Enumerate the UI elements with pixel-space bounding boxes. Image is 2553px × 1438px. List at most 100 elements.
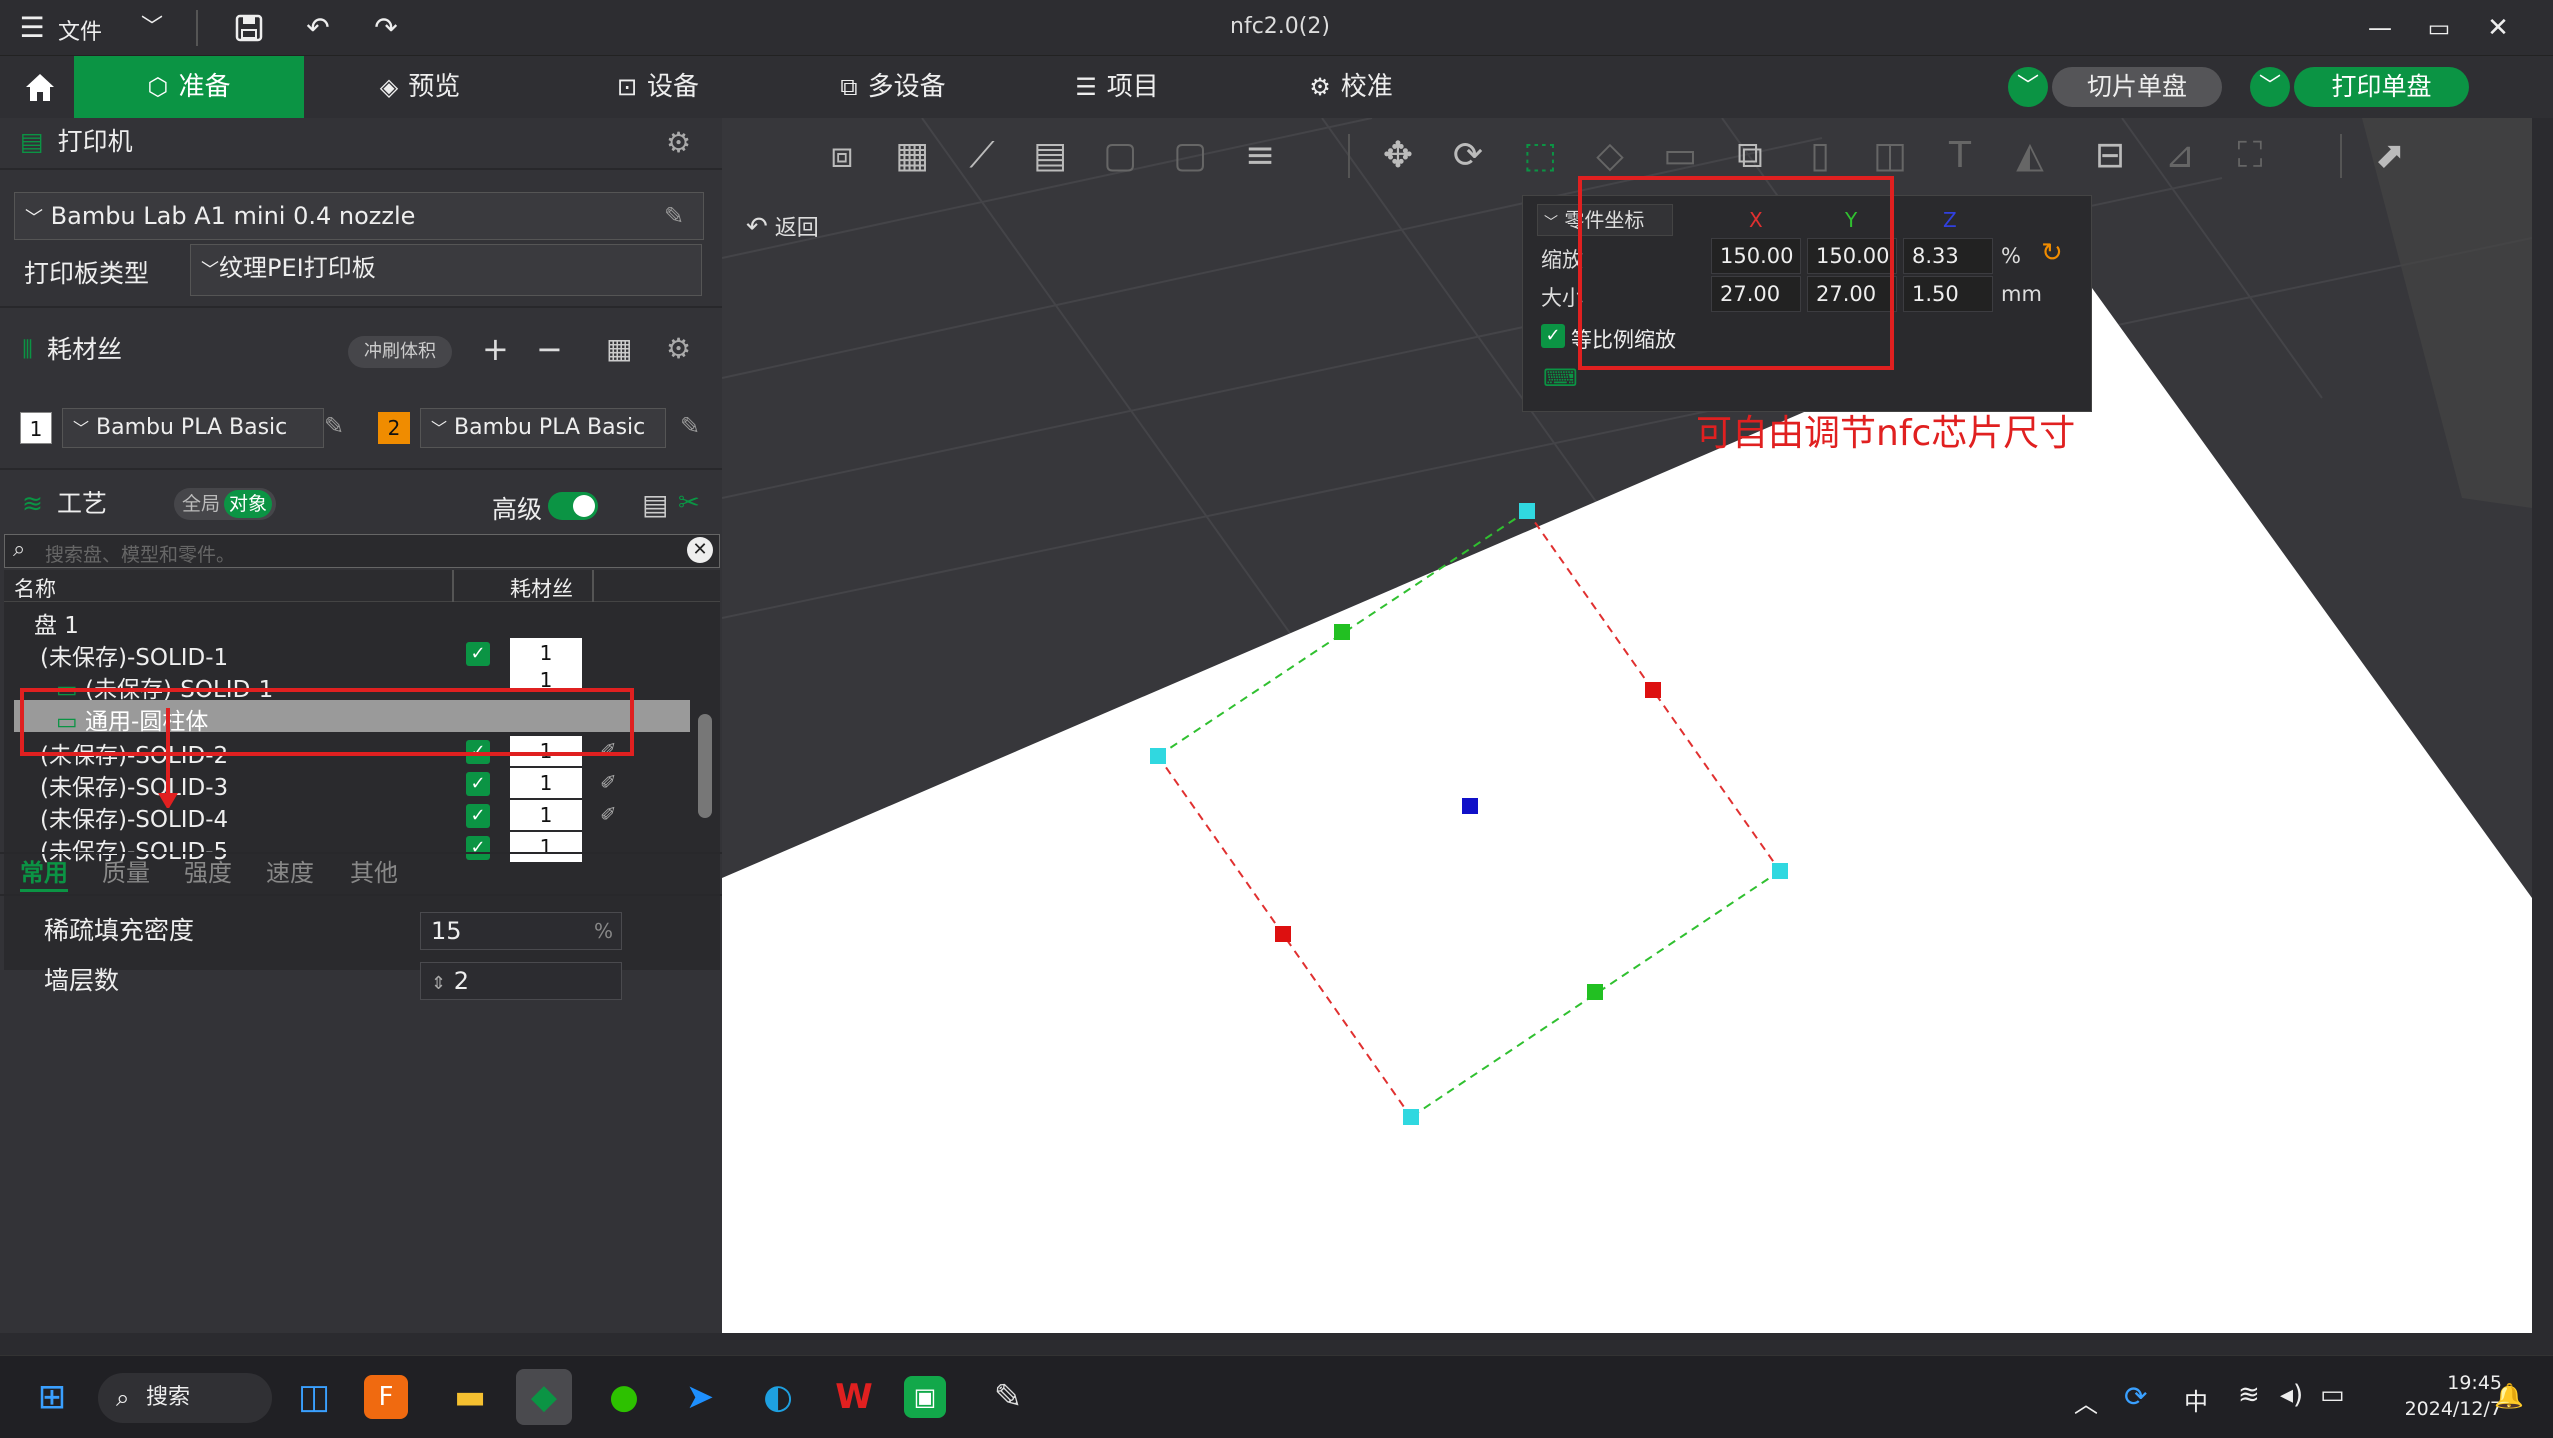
advanced-toggle[interactable] (548, 492, 598, 520)
row-visible-checkbox[interactable]: ✓ (466, 740, 490, 764)
wall-loops-stepper[interactable]: ⇕ 2 (420, 962, 622, 1000)
reset-scale-icon[interactable]: ↻ (2041, 238, 2063, 268)
home-icon[interactable] (10, 56, 70, 118)
scale-icon[interactable]: ⬚ (1512, 128, 1568, 184)
paint-brush-icon[interactable]: ✐ (600, 738, 617, 762)
row-filament-box[interactable]: 1 (510, 668, 582, 692)
task-view-icon[interactable]: ◫ (286, 1369, 342, 1425)
notification-bell-icon[interactable]: 🔔 (2494, 1382, 2524, 1410)
global-option[interactable]: 全局 (178, 488, 224, 520)
printer-select[interactable]: ﹀ Bambu Lab A1 mini 0.4 nozzle (14, 192, 704, 240)
pen-app-icon[interactable]: ✎ (980, 1369, 1036, 1425)
filament-sync-icon[interactable]: ▦ (606, 332, 632, 365)
tab-strength[interactable]: 强度 (184, 854, 232, 892)
slice-dropdown-icon[interactable]: ﹀ (2008, 67, 2048, 107)
filament-1-swatch[interactable]: 1 (20, 412, 52, 444)
scale-y-input[interactable]: 150.00 (1807, 238, 1897, 274)
show-hidden-icons-chevron[interactable]: ︿ (2074, 1384, 2098, 1419)
edge-browser-icon[interactable]: ◐ (750, 1369, 806, 1425)
split-parts-icon[interactable]: ▢ (1162, 128, 1218, 184)
fusion-app-icon[interactable]: F (364, 1375, 408, 1419)
row-visible-checkbox[interactable]: ✓ (466, 642, 490, 666)
minimize-icon[interactable]: — (2356, 0, 2404, 56)
global-object-toggle[interactable]: 全局 对象 (174, 488, 276, 520)
text-icon[interactable]: T (1932, 128, 1988, 184)
boolean-icon[interactable]: ⧉ (1722, 128, 1778, 184)
cut-icon[interactable]: ▭ (1652, 128, 1708, 184)
paint-brush-icon[interactable]: ✐ (600, 770, 617, 794)
auto-orient-icon[interactable]: ⟋ (954, 128, 1010, 184)
support-paint-icon[interactable]: ▯ (1792, 128, 1848, 184)
lay-on-face-icon[interactable]: ◇ (1582, 128, 1638, 184)
object-option[interactable]: 对象 (224, 490, 272, 518)
sync-icon[interactable]: ⟳ (2124, 1380, 2147, 1413)
tab-prepare[interactable]: ⬡ 准备 (74, 56, 304, 118)
file-menu[interactable]: 文件 (58, 14, 102, 46)
variable-height-icon[interactable]: ⬈ (2362, 128, 2418, 184)
tree-row-selected[interactable]: ▭ 通用-圆柱体 (14, 700, 690, 735)
color-paint-icon[interactable]: ◭ (2002, 128, 2058, 184)
move-icon[interactable]: ✥ (1370, 128, 1426, 184)
row-visible-checkbox[interactable]: ✓ (466, 772, 490, 796)
seam-paint-icon[interactable]: ◫ (1862, 128, 1918, 184)
plate-type-select[interactable]: ﹀纹理PEI打印板 (190, 244, 702, 296)
row-filament-box[interactable]: 1 (510, 736, 582, 766)
size-y-input[interactable]: 27.00 (1807, 276, 1897, 312)
maximize-icon[interactable]: ▭ (2415, 0, 2463, 56)
windows-start-icon[interactable]: ⊞ (24, 1369, 80, 1425)
paint-brush-icon[interactable]: ✐ (600, 802, 617, 826)
tab-speed[interactable]: 速度 (266, 854, 314, 892)
plate-row[interactable]: 盘 1 (34, 606, 79, 640)
add-filament-icon[interactable]: + (482, 330, 509, 368)
printer-settings-gear-icon[interactable]: ⚙ (666, 126, 691, 159)
undo-icon[interactable]: ↶ (294, 0, 342, 56)
add-object-icon[interactable]: ⧈ (814, 128, 870, 184)
redo-icon[interactable]: ↷ (362, 0, 410, 56)
scale-x-input[interactable]: 150.00 (1711, 238, 1801, 274)
row-visible-checkbox[interactable]: ✓ (466, 836, 490, 860)
svg-icon[interactable]: ⛶ (2222, 128, 2278, 184)
filament-2-swatch[interactable]: 2 (378, 412, 410, 444)
tab-quality[interactable]: 质量 (102, 854, 150, 892)
close-icon[interactable]: ✕ (2474, 0, 2522, 56)
slice-plate-button[interactable]: 切片单盘 (2052, 67, 2222, 107)
row-filament-box[interactable]: 1 (510, 800, 582, 830)
coordinate-mode-select[interactable]: ﹀ 零件坐标 (1537, 204, 1673, 236)
print-plate-button[interactable]: 打印单盘 (2294, 67, 2469, 107)
object-list-scrollbar[interactable] (698, 714, 712, 818)
clock[interactable]: 19:45 2024/12/7 (2388, 1370, 2502, 1422)
remove-filament-icon[interactable]: − (536, 330, 563, 368)
back-button[interactable]: ↶ 返回 (746, 210, 819, 242)
filament-settings-gear-icon[interactable]: ⚙ (666, 332, 691, 365)
edit-filament-1-icon[interactable]: ✎ (324, 412, 344, 440)
row-filament-box[interactable]: 1 (510, 638, 582, 668)
filament-2-select[interactable]: ﹀ Bambu PLA Basic (420, 408, 666, 448)
save-icon[interactable] (225, 0, 273, 56)
clear-search-icon[interactable]: ✕ (687, 537, 713, 563)
process-compare-icon[interactable]: ✂ (678, 488, 700, 518)
volume-icon[interactable]: ◂) (2280, 1380, 2303, 1410)
tree-row-label[interactable]: (未保存)-SOLID-2 (40, 736, 228, 770)
rotate-icon[interactable]: ⟳ (1440, 128, 1496, 184)
file-explorer-icon[interactable]: ▬ (442, 1369, 498, 1425)
process-list-icon[interactable]: ▤ (642, 488, 668, 521)
filament-1-select[interactable]: ﹀ Bambu PLA Basic (62, 408, 324, 448)
chevron-down-icon[interactable]: ﹀ (128, 0, 176, 56)
tab-project[interactable]: ☰ 项目 (1062, 56, 1172, 118)
row-filament-box[interactable]: 1 (510, 832, 582, 862)
search-input[interactable]: ⌕ 搜索盘、模型和零件。 ✕ (4, 534, 720, 568)
row-filament-box[interactable]: 1 (510, 768, 582, 798)
wifi-icon[interactable]: ≋ (2238, 1380, 2260, 1410)
edit-filament-2-icon[interactable]: ✎ (680, 412, 700, 440)
keyboard-icon[interactable]: ⌨ (1543, 364, 1578, 392)
taskbar-search[interactable]: ⌕ 搜索 (98, 1373, 272, 1423)
row-visible-checkbox[interactable]: ✓ (466, 804, 490, 828)
tab-multi-device[interactable]: ⧉ 多设备 (818, 56, 968, 118)
tab-device[interactable]: ⊡ 设备 (598, 56, 718, 118)
assembly-icon[interactable]: ⊿ (2152, 128, 2208, 184)
size-z-input[interactable]: 1.50 (1903, 276, 1993, 312)
split-objects-icon[interactable]: ▢ (1092, 128, 1148, 184)
uniform-scale-checkbox[interactable]: ✓ (1541, 324, 1565, 348)
battery-icon[interactable]: ▭ (2320, 1380, 2345, 1410)
wps-office-icon[interactable]: W (826, 1369, 882, 1425)
